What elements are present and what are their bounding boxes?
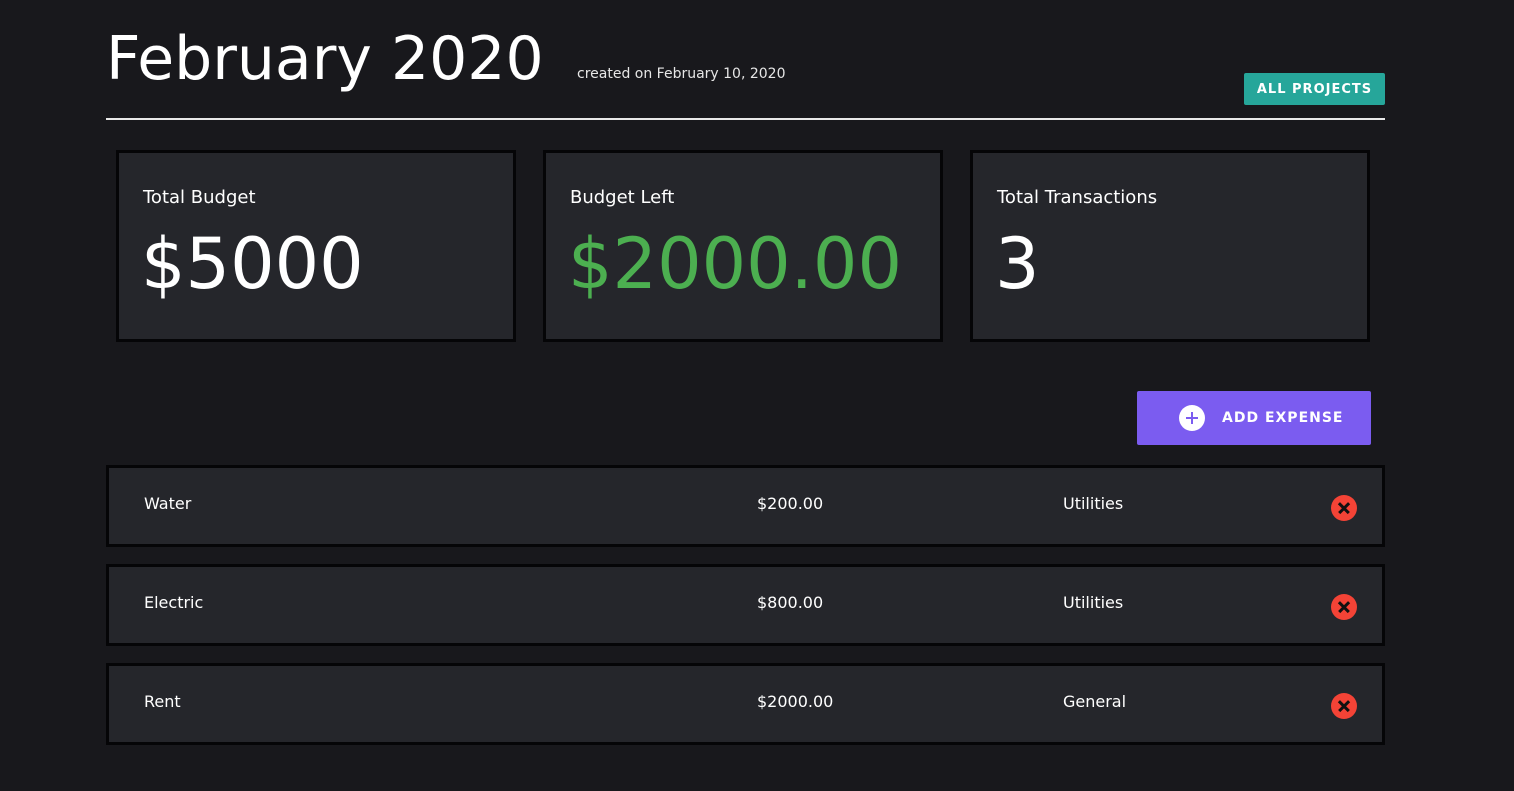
total-budget-label: Total Budget [143, 187, 256, 208]
budget-left-value: $2000.00 [568, 223, 903, 305]
expense-category: General [1063, 692, 1127, 711]
total-transactions-label: Total Transactions [997, 187, 1158, 208]
budget-left-label: Budget Left [570, 187, 675, 208]
add-expense-button[interactable]: ADD EXPENSE [1137, 391, 1371, 445]
expense-name: Electric [144, 593, 204, 612]
total-transactions-value: 3 [995, 223, 1040, 305]
expense-row: Rent $2000.00 General [106, 663, 1385, 745]
total-budget-card: Total Budget $5000 [116, 150, 516, 342]
expense-category: Utilities [1063, 494, 1124, 513]
expense-amount: $200.00 [757, 494, 824, 513]
expense-row: Water $200.00 Utilities [106, 465, 1385, 547]
delete-icon[interactable] [1331, 594, 1357, 620]
budget-left-card: Budget Left $2000.00 [543, 150, 943, 342]
page-header: February 2020 created on February 10, 20… [106, 22, 1385, 120]
delete-icon[interactable] [1331, 495, 1357, 521]
total-transactions-card: Total Transactions 3 [970, 150, 1370, 342]
expense-name: Rent [144, 692, 181, 711]
expense-row: Electric $800.00 Utilities [106, 564, 1385, 646]
expense-name: Water [144, 494, 192, 513]
all-projects-button[interactable]: ALL PROJECTS [1244, 73, 1385, 105]
created-date: created on February 10, 2020 [577, 66, 786, 82]
plus-circle-icon [1179, 405, 1205, 431]
page-title: February 2020 [106, 24, 544, 94]
project-page: February 2020 created on February 10, 20… [0, 0, 1514, 791]
delete-icon[interactable] [1331, 693, 1357, 719]
expense-amount: $2000.00 [757, 692, 834, 711]
expense-amount: $800.00 [757, 593, 824, 612]
expense-category: Utilities [1063, 593, 1124, 612]
total-budget-value: $5000 [141, 223, 364, 305]
add-expense-label: ADD EXPENSE [1222, 410, 1344, 426]
